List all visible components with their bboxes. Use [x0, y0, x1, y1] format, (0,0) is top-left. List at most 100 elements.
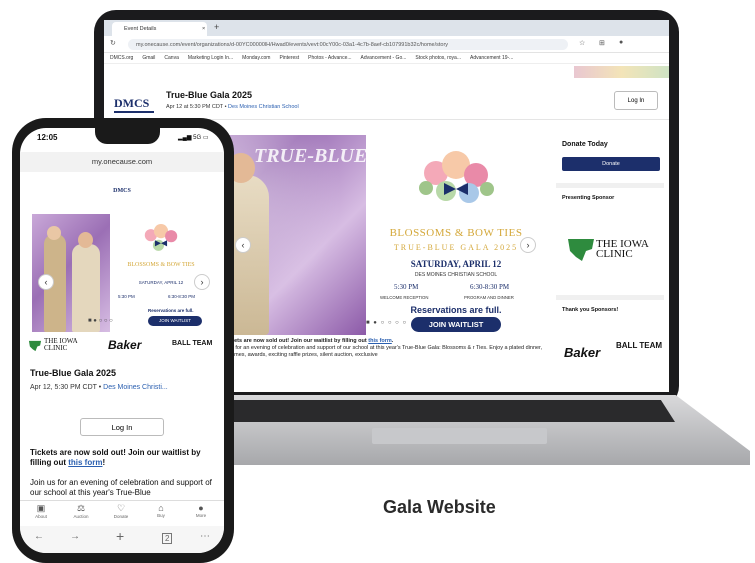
bookmark-item[interactable]: Photos - Advance...: [308, 55, 351, 61]
phone-tab-donate[interactable]: ♡ Donate: [106, 503, 136, 519]
close-tab-icon[interactable]: ×: [202, 26, 205, 32]
tab-title: Event Details: [124, 26, 157, 32]
auction-icon: ⚖: [76, 503, 86, 513]
back-icon[interactable]: ←: [34, 531, 44, 542]
login-button[interactable]: Log In: [614, 91, 658, 110]
join-waitlist-button[interactable]: JOIN WAITLIST: [411, 317, 501, 332]
phone-tab-label: Buy: [157, 513, 165, 518]
carousel-dots[interactable]: ■ ● ○ ○ ○ ○: [366, 320, 407, 326]
phone-description: Tickets are now sold out! Join our waitl…: [30, 448, 212, 497]
phone-screen: 12:05 ▂▄▆ 5G ▭ my.onecause.com DMCS BLOS…: [20, 128, 224, 553]
divider: [556, 295, 664, 300]
laptop-keyboard: [205, 400, 675, 422]
phone-tab-buy[interactable]: ⌂ Buy: [146, 503, 176, 518]
browser-tab[interactable]: Event Details ×: [112, 22, 207, 36]
donate-button[interactable]: Donate: [562, 157, 660, 171]
phone-event-subtitle: Apr 12, 5:30 PM CDT • Des Moines Christi…: [30, 384, 168, 391]
time-program: 6:30-8:30 PM: [470, 283, 510, 291]
notch: [95, 128, 160, 144]
about-icon: ▣: [36, 503, 46, 513]
card-subtitle: TRUE-BLUE GALA 2025: [393, 243, 519, 252]
description-text: ckets are now sold out! Join our waitlis…: [228, 338, 543, 358]
card-title: BLOSSOMS & BOW TIES: [389, 227, 523, 239]
card-date: SATURDAY, APRIL 12: [410, 259, 502, 269]
phone-tab-label: More: [195, 513, 207, 518]
url-input[interactable]: my.onecause.com/event/organizations/d-00…: [128, 39, 568, 50]
phone-browser-toolbar: ← → + 2 ⋯: [20, 526, 224, 553]
bookmarks-bar: DMCS.org Gmail Canva Marketing Login In... M…: [104, 53, 669, 64]
floral-banner: [574, 66, 669, 78]
bookmark-item[interactable]: Marketing Login In...: [188, 55, 233, 61]
phone-form-link[interactable]: this form: [68, 458, 102, 467]
phone-time: 12:05: [37, 133, 58, 142]
bookmark-item[interactable]: Gmail: [142, 55, 155, 61]
divider: [556, 183, 664, 188]
phone-res-full: Reservations are full.: [148, 308, 194, 313]
thanks-sponsors-heading: Thank you Sponsors!: [562, 307, 619, 313]
new-tab-icon[interactable]: +: [214, 22, 219, 32]
bookmark-item[interactable]: Monday.com: [242, 55, 270, 61]
phone-tab-more[interactable]: ● More: [186, 503, 216, 518]
phone-carousel-dots[interactable]: ■ ● ○ ○ ○: [88, 318, 113, 324]
phone-tab-about[interactable]: ▣ About: [26, 503, 56, 519]
phone-prev-button[interactable]: ‹: [38, 274, 54, 290]
bookmark-item[interactable]: Canva: [164, 55, 178, 61]
phone-iowa-clinic-icon: [28, 340, 42, 352]
phone-flower-icon: [144, 224, 178, 251]
photo-title: TRUE-BLUE Gala: [254, 145, 366, 167]
buy-icon: ⌂: [158, 503, 164, 513]
reservations-full-text: Reservations are full.: [410, 305, 502, 315]
browser-tabbar: Event Details × +: [104, 20, 669, 36]
more-options-icon[interactable]: ⋯: [200, 531, 210, 542]
phone-iowa-clinic: THE IOWA CLINIC: [44, 337, 78, 352]
bookmark-item[interactable]: Pinterest: [279, 55, 299, 61]
label-reception: WELCOME RECEPTION: [380, 295, 429, 300]
phone-tab-auction[interactable]: ⚖ Auction: [66, 503, 96, 519]
bookmark-item[interactable]: Advancement 19-...: [470, 55, 513, 61]
baker-logo: Baker: [564, 345, 601, 360]
bookmark-item[interactable]: Stock photos, roya...: [415, 55, 461, 61]
forward-icon[interactable]: →: [70, 531, 80, 542]
card-school: DES MOINES CHRISTIAN SCHOOL: [414, 272, 498, 278]
phone-tab-label: About: [35, 514, 47, 519]
extensions-icon[interactable]: ⊞: [599, 39, 605, 47]
phone-tab-label: Auction: [73, 514, 89, 519]
phone-tabbar: ▣ About ⚖ Auction ♡ Donate ⌂ Buy ● More: [20, 500, 224, 526]
sidebar: Donate Today Donate Presenting Sponsor T…: [556, 135, 664, 375]
bookmark-item[interactable]: Advancement - Go...: [361, 55, 407, 61]
dmcs-logo[interactable]: DMCS: [114, 96, 149, 111]
carousel-next-button[interactable]: ›: [520, 237, 536, 253]
new-tab-plus-icon[interactable]: +: [116, 528, 124, 544]
donate-heading: Donate Today: [562, 141, 608, 148]
reload-icon[interactable]: ↻: [110, 39, 116, 47]
iowa-clinic-label: THE IOWA CLINIC: [596, 238, 649, 260]
location-link[interactable]: Des Moines Christian School: [228, 104, 299, 110]
laptop-trackpad: [372, 428, 547, 444]
phone-ball-logo: BALL TEAM: [172, 340, 213, 347]
donate-icon: ♡: [116, 503, 126, 513]
gala-invitation-card: BLOSSOMS & BOW TIES TRUE-BLUE GALA 2025 …: [366, 135, 546, 335]
phone-waitlist-button[interactable]: JOIN WAITLIST: [148, 316, 202, 326]
phone-location-link[interactable]: Des Moines Christi...: [103, 384, 168, 391]
phone-tab-label: Donate: [113, 514, 129, 519]
phone-next-button[interactable]: ›: [194, 274, 210, 290]
phone-url-bar[interactable]: my.onecause.com: [20, 152, 224, 172]
phone-dmcs-logo[interactable]: DMCS: [20, 188, 224, 194]
carousel-prev-button[interactable]: ‹: [235, 237, 251, 253]
phone-hero-photo: [32, 214, 110, 332]
phone-login-button[interactable]: Log In: [80, 418, 164, 436]
more-icon: ●: [198, 503, 204, 513]
time-reception: 5:30 PM: [394, 283, 419, 291]
form-link[interactable]: this form: [368, 338, 392, 344]
phone-status: ▂▄▆ 5G ▭: [178, 135, 209, 141]
profile-icon[interactable]: ●: [619, 39, 623, 46]
ball-team-logo: BALL TEAM: [616, 341, 663, 350]
event-subtitle: Apr 12 at 5:30 PM CDT • Des Moines Chris…: [166, 104, 299, 110]
phone-invitation-card: BLOSSOMS & BOW TIES SATURDAY, APRIL 12 5…: [110, 214, 212, 332]
phone-card-title: BLOSSOMS & BOW TIES: [127, 262, 195, 268]
phone-sponsor-logos: THE IOWA CLINIC Baker BALL TEAM: [20, 334, 224, 362]
bookmark-item[interactable]: DMCS.org: [110, 55, 133, 61]
phone-event-title: True-Blue Gala 2025: [30, 368, 117, 378]
tabs-count-icon[interactable]: 2: [162, 533, 173, 544]
star-icon[interactable]: ☆: [579, 39, 585, 47]
